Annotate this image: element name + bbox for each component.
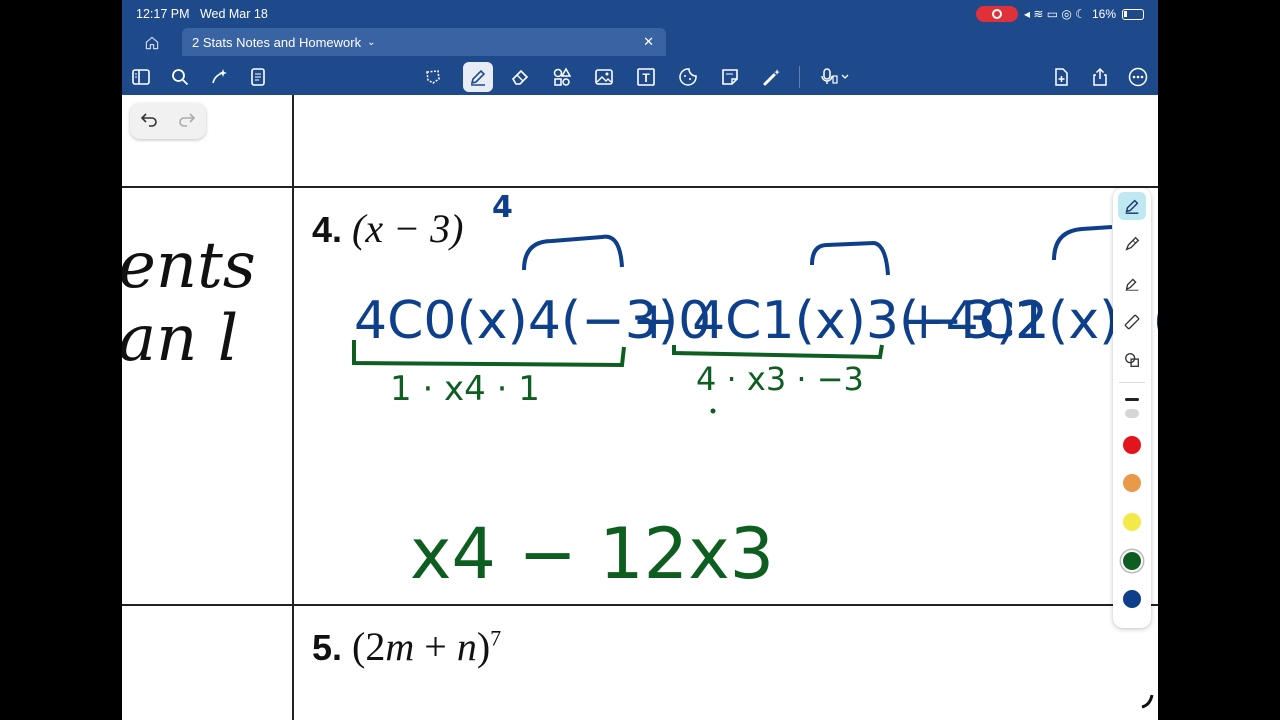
over-bracket	[522, 234, 624, 271]
fountain-pen-icon[interactable]	[1118, 192, 1146, 220]
toolbar-divider	[799, 66, 800, 88]
page-icon[interactable]	[243, 62, 273, 92]
shape-recognition-icon[interactable]	[1118, 346, 1146, 374]
partial-cursive-text: an l	[122, 302, 238, 376]
result-expression: x4 − 12x3	[410, 513, 774, 595]
more-icon[interactable]	[1123, 62, 1153, 92]
color-swatch-blue[interactable]	[1123, 590, 1141, 608]
pen-icon[interactable]	[463, 62, 493, 92]
sidebar-icon[interactable]	[126, 62, 156, 92]
simplified-term-2: 4 · x3 · −3	[696, 360, 864, 398]
app-header: 12:17 PM Wed Mar 18 ◂ ≋ ▭ ◎ ☾ 16% 2 Stat…	[122, 0, 1158, 95]
sticky-note-icon[interactable]	[715, 62, 745, 92]
status-icons: ◂ ≋ ▭ ◎ ☾	[1023, 7, 1086, 21]
color-swatch-orange[interactable]	[1123, 474, 1141, 492]
close-tab-icon[interactable]: ✕	[643, 34, 654, 50]
screen-recording-icon[interactable]	[975, 6, 1018, 22]
document-canvas[interactable]: 4. (x − 3) 5. (2m + n)7 ents an l 4 4C0(…	[122, 95, 1158, 720]
lasso-icon[interactable]	[418, 62, 448, 92]
over-bracket	[1052, 225, 1113, 261]
ink-dot	[710, 408, 716, 414]
laser-icon[interactable]	[757, 62, 787, 92]
svg-text:T: T	[642, 71, 650, 85]
over-bracket	[810, 240, 890, 276]
battery-percent: 16%	[1091, 7, 1116, 21]
home-icon[interactable]	[140, 31, 164, 55]
magic-icon[interactable]	[204, 62, 234, 92]
image-icon[interactable]	[589, 62, 619, 92]
brush-pen-icon[interactable]	[1118, 269, 1146, 297]
thickness-thick[interactable]	[1125, 409, 1139, 418]
ruler-icon[interactable]	[1118, 308, 1146, 336]
text-icon[interactable]: T	[631, 62, 661, 92]
status-indicators: ◂ ≋ ▭ ◎ ☾ 16%	[975, 6, 1144, 22]
pen-palette	[1113, 188, 1151, 628]
chevron-down-icon[interactable]: ⌄	[367, 37, 375, 48]
ink-mark	[1141, 694, 1154, 709]
ball-pen-icon[interactable]	[1118, 230, 1146, 258]
toolbar: T	[122, 58, 1158, 94]
color-swatch-red[interactable]	[1123, 436, 1141, 454]
tab-document[interactable]: 2 Stats Notes and Homework ⌄ ✕	[182, 28, 666, 56]
eraser-icon[interactable]	[505, 62, 535, 92]
battery-icon	[1122, 8, 1144, 20]
written-exponent: 4	[492, 190, 513, 225]
color-swatch-yellow[interactable]	[1123, 513, 1141, 531]
palette-divider	[1119, 382, 1145, 383]
ipad-screen: 12:17 PM Wed Mar 18 ◂ ≋ ▭ ◎ ☾ 16% 2 Stat…	[122, 0, 1158, 720]
color-swatch-green[interactable]	[1123, 552, 1141, 570]
simplified-term-1: 1 · x4 · 1	[390, 369, 540, 409]
status-time: 12:17 PM Wed Mar 18	[136, 7, 268, 21]
partial-cursive-text: ents	[122, 229, 256, 303]
mic-icon[interactable]	[811, 62, 859, 92]
handwriting-layer: ents an l 4 4C0(x)4(−3)0 + 4C1(x)3(−3)1 …	[122, 190, 1158, 709]
thickness-thin[interactable]	[1125, 398, 1139, 401]
add-page-icon[interactable]	[1046, 62, 1076, 92]
shapes-icon[interactable]	[547, 62, 577, 92]
share-icon[interactable]	[1085, 62, 1115, 92]
search-icon[interactable]	[165, 62, 195, 92]
tab-title: 2 Stats Notes and Homework	[192, 34, 362, 50]
sticker-icon[interactable]	[673, 62, 703, 92]
